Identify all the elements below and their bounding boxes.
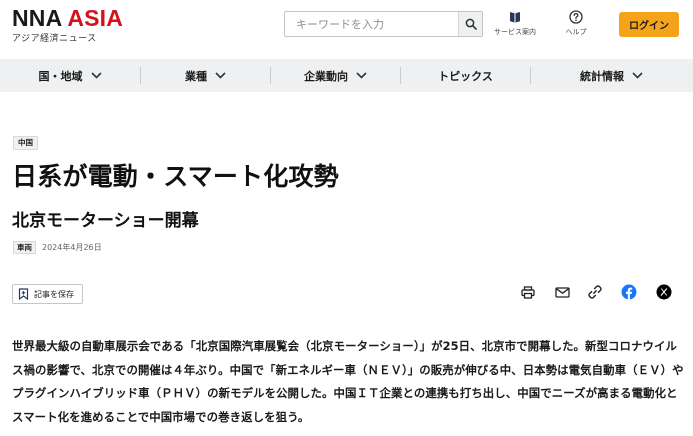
nav-item-industry[interactable]: 業種 — [141, 59, 270, 92]
x-icon — [656, 284, 672, 300]
x-share-button[interactable] — [655, 283, 673, 301]
facebook-share-button[interactable] — [620, 283, 638, 301]
nav-item-label: トピックス — [438, 69, 493, 83]
article-meta: 車両 2024年4月26日 — [13, 241, 102, 254]
nav-item-region[interactable]: 国・地域 — [0, 59, 140, 92]
article-subtitle: 北京モーターショー開幕 — [12, 211, 199, 231]
copy-link-button[interactable] — [586, 283, 604, 301]
nav-item-label: 企業動向 — [304, 69, 348, 83]
logo-nna: NNA — [12, 5, 62, 31]
nav-item-topics[interactable]: トピックス — [401, 59, 530, 92]
nav-item-statistics[interactable]: 統計情報 — [531, 59, 692, 92]
save-article-button[interactable]: 記事を保存 — [12, 284, 83, 304]
nav-item-company-trends[interactable]: 企業動向 — [271, 59, 400, 92]
site-logo[interactable]: NNA ASIA アジア経済ニュース — [12, 6, 123, 44]
help-link[interactable]: ヘルプ — [561, 10, 591, 37]
region-tag[interactable]: 中国 — [13, 136, 38, 150]
search-input[interactable] — [285, 12, 458, 36]
main-nav: 国・地域 業種 企業動向 トピックス 統計情報 — [0, 59, 693, 92]
service-guide-label: サービス案内 — [494, 28, 536, 36]
save-article-label: 記事を保存 — [34, 289, 74, 299]
chevron-down-icon — [90, 72, 102, 79]
chevron-down-icon — [356, 72, 367, 79]
link-icon — [588, 285, 602, 299]
logo-asia: ASIA — [67, 5, 124, 31]
article-body: 世界最大級の自動車展示会である「北京国際汽車展覧会（北京モーターショー）」が25… — [12, 339, 684, 424]
site-header: NNA ASIA アジア経済ニュース サービス案内 ヘルプ ログイン — [0, 0, 693, 59]
chevron-down-icon — [215, 72, 226, 79]
category-badge[interactable]: 車両 — [13, 241, 36, 254]
nav-item-label: 統計情報 — [580, 69, 624, 83]
chevron-down-icon — [632, 72, 643, 79]
login-button[interactable]: ログイン — [619, 12, 679, 37]
logo-subtitle: アジア経済ニュース — [12, 34, 97, 44]
service-guide-link[interactable]: サービス案内 — [493, 10, 537, 37]
bookmark-add-icon — [18, 288, 29, 300]
nav-item-label: 業種 — [185, 69, 207, 83]
book-icon — [510, 12, 520, 23]
logo-wordmark: NNA ASIA — [12, 6, 123, 30]
mail-icon — [554, 286, 570, 298]
search-box — [284, 11, 483, 37]
article-date: 2024年4月26日 — [42, 243, 102, 252]
help-icon — [569, 10, 583, 24]
print-button[interactable] — [519, 283, 537, 301]
mail-share-button[interactable] — [553, 283, 571, 301]
print-icon — [521, 285, 535, 299]
help-label: ヘルプ — [565, 28, 587, 36]
article-title: 日系が電動・スマート化攻勢 — [12, 162, 339, 191]
search-button[interactable] — [458, 12, 482, 36]
search-icon — [465, 18, 477, 30]
facebook-icon — [621, 284, 637, 300]
nav-item-label: 国・地域 — [38, 69, 83, 83]
